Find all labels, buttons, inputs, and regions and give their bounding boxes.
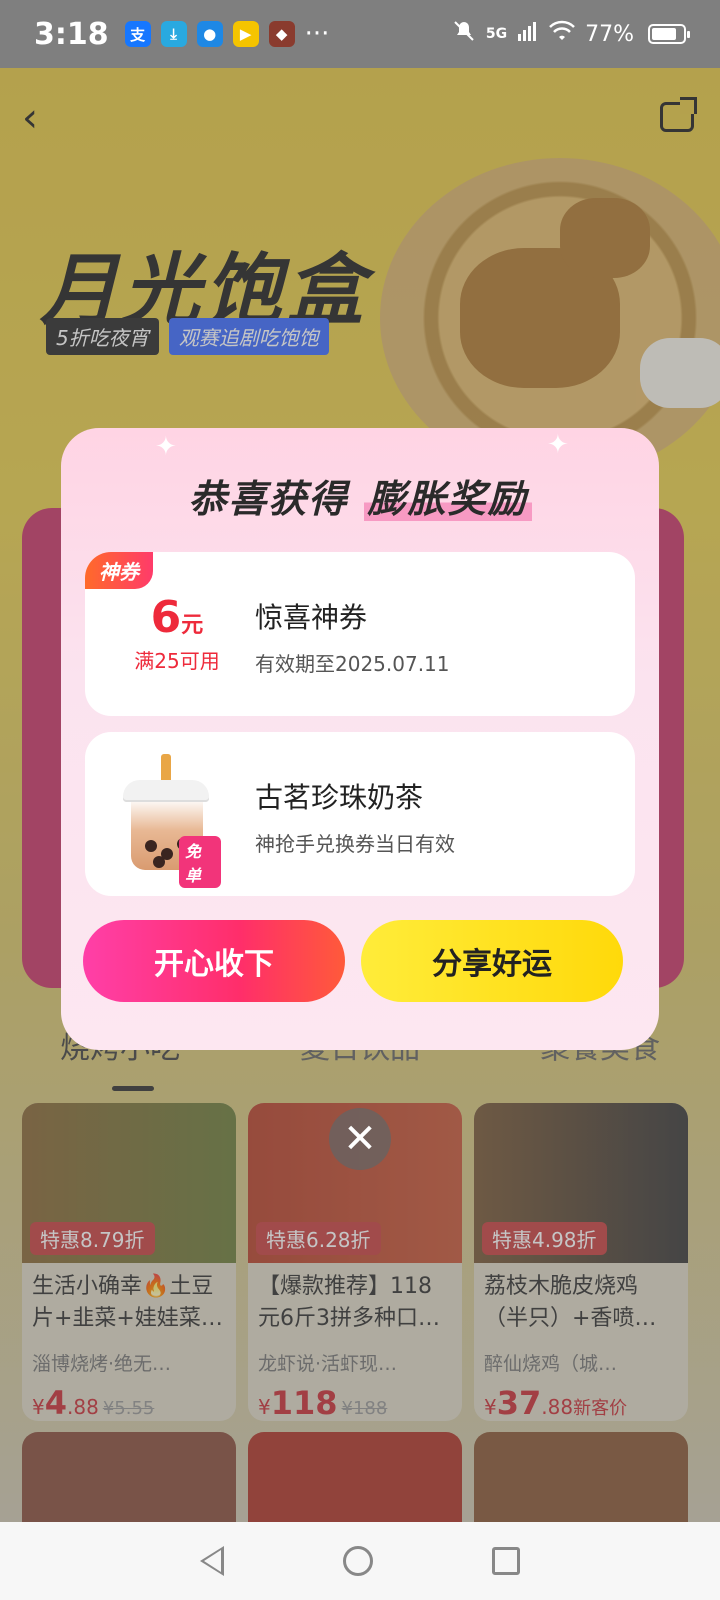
voucher-desc: 神抢手兑换券当日有效	[255, 832, 455, 856]
reward-popup: ✦ ✦ 恭喜获得 膨胀奖励 神券 6元 满25可用 惊喜神券 有效期至2025.…	[61, 428, 659, 1050]
coupon-name: 惊喜神券	[255, 601, 368, 634]
status-time: 3:18	[34, 16, 109, 52]
battery-percent: 77%	[585, 21, 634, 47]
system-nav-bar	[0, 1522, 720, 1600]
video-app-icon: ▶	[232, 21, 259, 47]
sparkle-icon: ✦	[155, 432, 177, 462]
message-icon: ●	[196, 21, 223, 47]
coupon-value: 6	[150, 592, 182, 643]
status-bar: 3:18 支 ⤓ ● ▶ ◆ ··· 5G 77%	[0, 0, 720, 68]
popup-title: 恭喜获得 膨胀奖励	[61, 468, 659, 523]
battery-icon	[648, 24, 690, 44]
popup-title-highlight: 膨胀奖励	[363, 477, 532, 521]
screen: 3:18 支 ⤓ ● ▶ ◆ ··· 5G 77% ‹ 月光饱盒 5折吃夜宵 观…	[0, 0, 720, 1600]
download-icon: ⤓	[160, 21, 187, 47]
coupon-card: 神券 6元 满25可用 惊喜神券 有效期至2025.07.11	[85, 552, 635, 716]
nav-recents-icon[interactable]	[492, 1547, 521, 1575]
accept-button[interactable]: 开心收下	[83, 920, 345, 1002]
super-coupon-tag: 神券	[85, 552, 153, 589]
share-luck-button[interactable]: 分享好运	[361, 920, 623, 1002]
free-order-tag: 免单	[179, 836, 221, 888]
status-right: 5G 77%	[452, 19, 690, 49]
game-app-icon: ◆	[268, 21, 295, 47]
network-type: 5G	[485, 26, 508, 42]
mute-icon	[452, 19, 476, 49]
sparkle-icon: ✦	[547, 430, 569, 460]
alipay-icon: 支	[124, 21, 151, 47]
signal-icon	[517, 20, 539, 48]
nav-home-icon[interactable]	[342, 1546, 373, 1576]
coupon-condition: 满25可用	[134, 649, 220, 673]
close-icon[interactable]: ✕	[329, 1108, 391, 1170]
coupon-amount: 6元 满25可用	[113, 592, 241, 674]
coupon-validity: 有效期至2025.07.11	[255, 652, 450, 676]
wifi-icon	[549, 20, 575, 48]
more-notifications-icon: ···	[304, 19, 330, 49]
coupon-unit: 元	[181, 613, 204, 638]
voucher-name: 古茗珍珠奶茶	[255, 781, 424, 814]
milk-tea-image: 免单	[121, 754, 221, 888]
voucher-card: 免单 古茗珍珠奶茶 神抢手兑换券当日有效	[85, 732, 635, 896]
popup-title-plain: 恭喜获得	[188, 477, 349, 521]
nav-back-icon[interactable]	[199, 1546, 224, 1576]
